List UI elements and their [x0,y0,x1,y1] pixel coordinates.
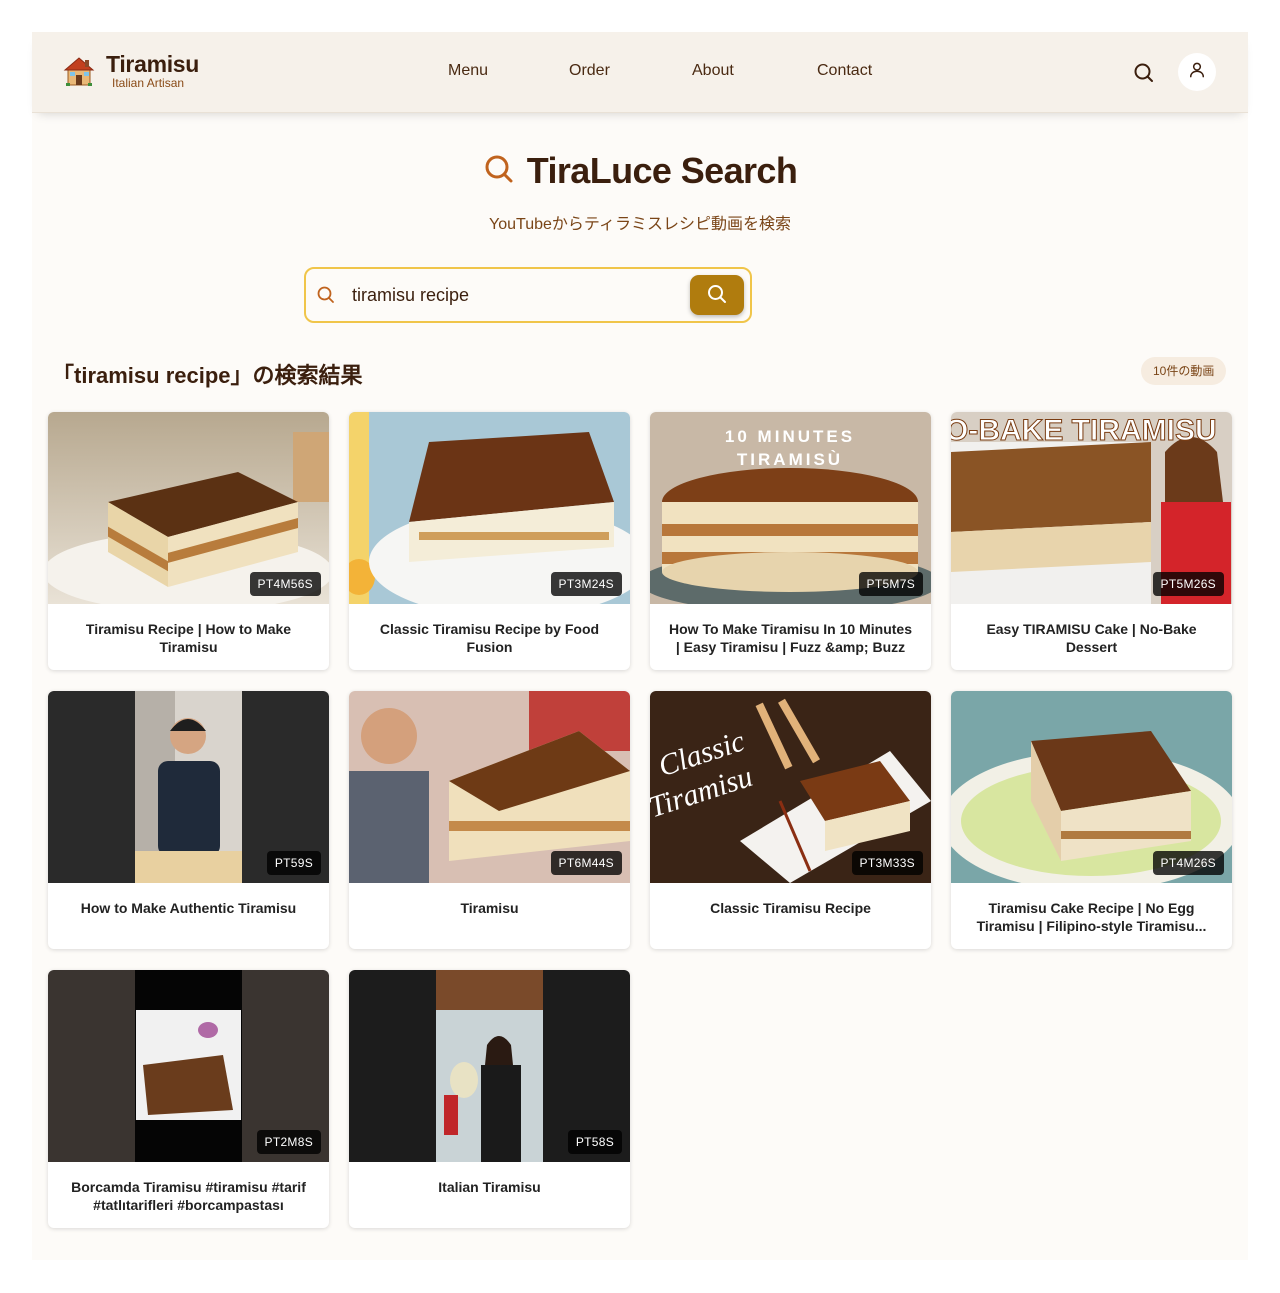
search-icon [706,283,728,308]
video-title[interactable]: Easy TIRAMISU Cake | No-Bake Dessert [969,620,1214,656]
video-duration: PT5M26S [1152,572,1224,596]
search-icon [483,153,515,190]
video-card[interactable]: PT59S How to Make Authentic Tiramisu [48,691,329,949]
user-icon [1187,60,1207,85]
video-card[interactable]: 10 MINUTES TIRAMISÙ PT5M7S How To Make T… [650,412,931,670]
video-card[interactable]: PT4M56S Tiramisu Recipe | How to Make Ti… [48,412,329,670]
page-title: TiraLuce Search [32,150,1248,192]
video-duration: PT58S [567,1130,622,1154]
video-duration: PT3M33S [851,851,923,875]
video-title[interactable]: Tiramisu Recipe | How to Make Tiramisu [66,620,311,656]
video-card[interactable]: Classic Tiramisu PT3M33S Classic Tiramis… [650,691,931,949]
nav-contact[interactable]: Contact [817,62,872,80]
search-icon [316,285,336,305]
nav-menu[interactable]: Menu [448,62,488,80]
search-icon[interactable] [1132,61,1156,85]
video-title[interactable]: Italian Tiramisu [367,1178,612,1196]
video-card[interactable]: PT3M24S Classic Tiramisu Recipe by Food … [349,412,630,670]
video-title[interactable]: Borcamda Tiramisu #tiramisu #tarif #tatl… [66,1178,311,1214]
video-duration: PT4M26S [1152,851,1224,875]
nav-about[interactable]: About [692,62,734,80]
video-duration: PT3M24S [550,572,622,596]
search-bar [304,267,752,323]
video-card[interactable]: PT6M44S Tiramisu [349,691,630,949]
video-duration: PT6M44S [550,851,622,875]
video-title[interactable]: Tiramisu Cake Recipe | No Egg Tiramisu |… [969,899,1214,935]
main-nav: Menu Order About Contact [32,62,1248,82]
search-input[interactable] [352,281,682,309]
nav-order[interactable]: Order [569,62,610,80]
video-card[interactable]: PT2M8S Borcamda Tiramisu #tiramisu #tari… [48,970,329,1228]
results-count-badge: 10件の動画 [1141,357,1227,385]
search-submit-button[interactable] [690,275,744,315]
video-duration: PT2M8S [256,1130,321,1154]
page-subtitle: YouTubeからティラミスレシピ動画を検索 [489,216,791,233]
site-header: Tiramisu Italian Artisan Menu Order Abou… [32,32,1248,113]
video-card[interactable]: PT4M26S Tiramisu Cake Recipe | No Egg Ti… [951,691,1232,949]
video-title[interactable]: How to Make Authentic Tiramisu [66,899,311,917]
thumbnail-text: TIRAMISÙ [737,450,843,469]
video-title[interactable]: Tiramisu [367,899,612,917]
video-duration: PT5M7S [858,572,923,596]
thumbnail-text: 10 MINUTES [725,427,855,446]
video-title[interactable]: How To Make Tiramisu In 10 Minutes | Eas… [668,620,913,656]
app-frame: Tiramisu Italian Artisan Menu Order Abou… [32,32,1248,1260]
results-heading: 「tiramisu recipe」の検索結果 [52,363,363,388]
video-title[interactable]: Classic Tiramisu Recipe by Food Fusion [367,620,612,656]
page-title-text: TiraLuce Search [526,150,798,191]
video-card[interactable]: O-BAKE TIRAMISU PT5M26S Easy TIRAMISU Ca… [951,412,1232,670]
thumbnail-text: O-BAKE TIRAMISU [951,414,1217,447]
user-account-button[interactable] [1178,53,1216,91]
video-title[interactable]: Classic Tiramisu Recipe [668,899,913,917]
video-duration: PT59S [266,851,321,875]
video-duration: PT4M56S [249,572,321,596]
video-card[interactable]: PT58S Italian Tiramisu [349,970,630,1228]
